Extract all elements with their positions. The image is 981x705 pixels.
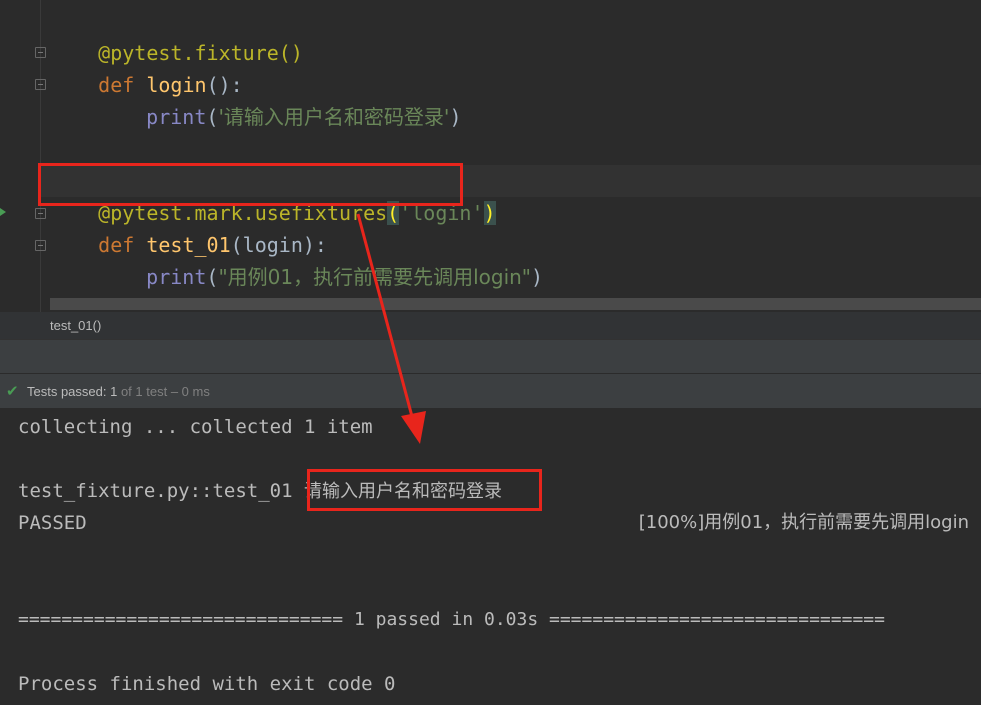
annotation-arrow — [356, 213, 426, 444]
